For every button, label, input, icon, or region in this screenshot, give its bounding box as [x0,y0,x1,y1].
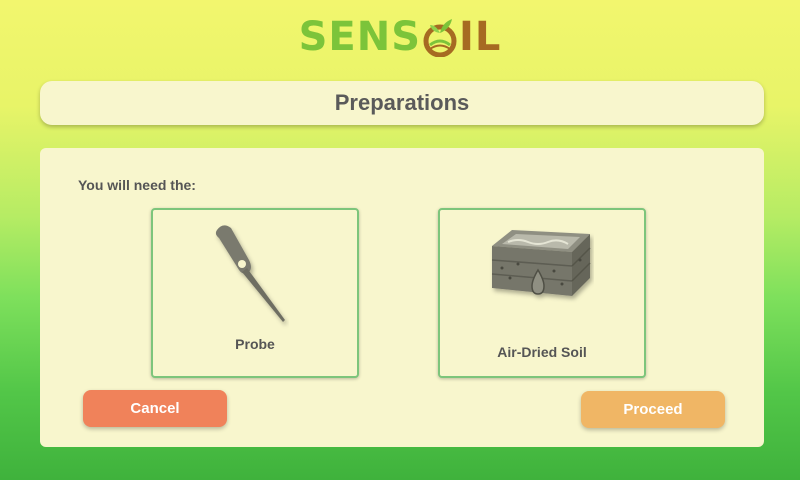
cancel-button[interactable]: Cancel [83,390,227,427]
requirements-label: You will need the: [78,177,196,193]
logo-text-part1: SENS [298,14,422,60]
proceed-button[interactable]: Proceed [581,391,725,428]
app-logo: SENS IL [0,12,800,62]
soil-crate-icon [491,230,591,296]
logo-text-part2: IL [459,14,502,60]
air-dried-soil-card: Air-Dried Soil [438,208,646,378]
air-dried-soil-label: Air-Dried Soil [497,344,587,360]
probe-label: Probe [235,336,275,352]
preparations-panel: You will need the: Probe Air-Dried Soil … [40,148,764,447]
page-title-bar: Preparations [40,81,764,125]
probe-icon [215,225,285,322]
logo-sprout-icon [422,17,458,58]
page-title: Preparations [334,90,470,115]
probe-card: Probe [151,208,359,378]
